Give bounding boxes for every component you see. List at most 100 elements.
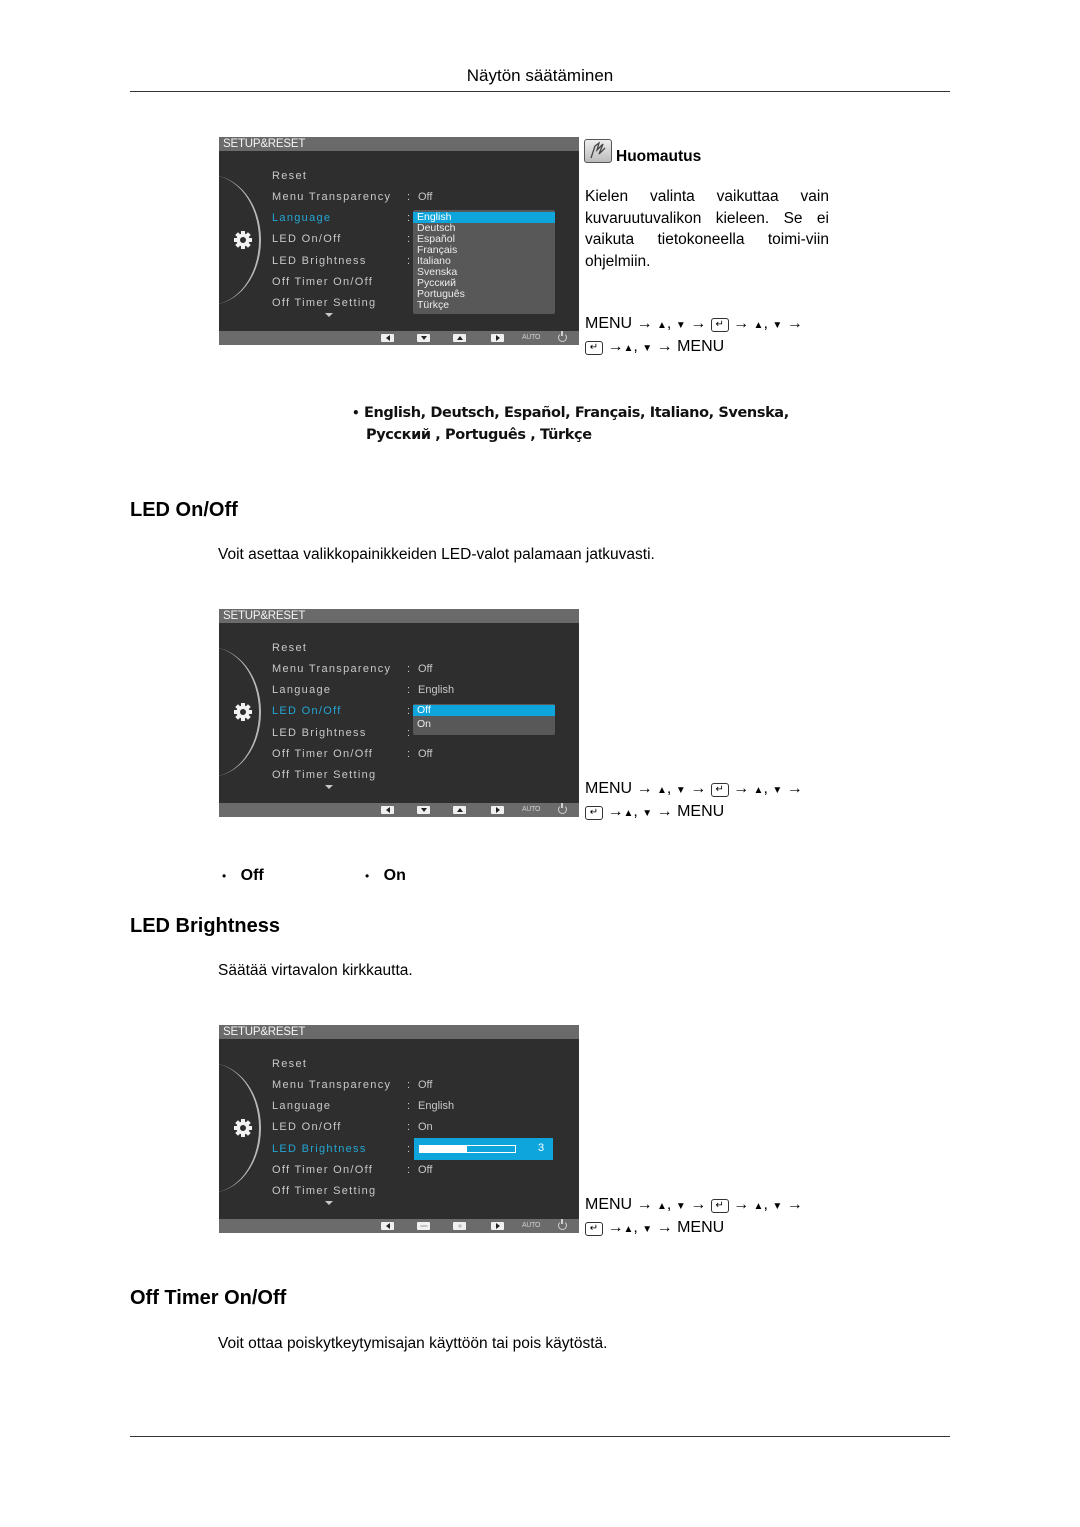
led-onoff-dropdown: Off On [413, 704, 555, 735]
osd-colon: : [407, 255, 411, 267]
scroll-down-indicator-icon [325, 1201, 333, 1205]
nav-menu: MENU [677, 803, 725, 820]
slider-fill [420, 1146, 467, 1152]
osd-value-language: English [418, 1100, 455, 1112]
osd-item-menu-transparency: Menu Transparency [272, 663, 392, 675]
osd-item-off-timer-setting: Off Timer Setting [272, 769, 377, 781]
enter-icon: ↵ [710, 1199, 729, 1213]
option-label: On [383, 867, 406, 884]
nav-arrow: → [786, 1196, 803, 1213]
nav-comma: , [633, 1219, 638, 1236]
enter-button-icon [491, 334, 504, 342]
osd-colon: : [407, 748, 411, 760]
slider-track [419, 1145, 516, 1153]
up-arrow-icon: ▲ [623, 343, 634, 354]
osd-item-led-onoff: LED On/Off [272, 1121, 342, 1133]
option-label: Off [240, 867, 264, 884]
auto-button-label: AUTO [522, 806, 541, 813]
nav-menu: MENU [585, 780, 633, 797]
enter-icon: ↵ [585, 806, 603, 820]
gear-icon [234, 703, 252, 721]
osd-titlebar: SETUP&RESET [219, 609, 579, 623]
heading-led-brightness: LED Brightness [130, 915, 281, 937]
nav-comma: , [666, 1196, 672, 1213]
option-on: • On [365, 867, 406, 885]
osd-button-bar: AUTO [219, 1219, 579, 1233]
osd-item-off-timer-setting: Off Timer Setting [272, 1185, 377, 1197]
nav-arrow: → [607, 338, 624, 355]
osd-value-off-timer-onoff: Off [418, 748, 433, 760]
osd-item-led-onoff: LED On/Off [272, 233, 342, 245]
down-arrow-icon: ▼ [642, 808, 653, 819]
left-button-icon [381, 334, 394, 342]
nav-comma: , [633, 338, 638, 355]
osd-titlebar: SETUP&RESET [219, 1025, 579, 1039]
enter-button-icon [491, 806, 504, 814]
nav-path-line1: MENU → ▲, ▼ → ↵ → ▲, ▼ → [585, 778, 803, 802]
nav-menu: MENU [677, 1219, 725, 1236]
osd-colon: : [407, 1100, 411, 1112]
osd-colon: : [407, 233, 411, 245]
enter-icon: ↵ [585, 1222, 603, 1236]
osd-item-led-brightness: LED Brightness [272, 1143, 367, 1155]
osd-item-language: Language [272, 1100, 332, 1112]
up-arrow-icon: ▲ [657, 320, 667, 331]
nav-arrow: → [690, 315, 707, 332]
osd-item-off-timer-onoff: Off Timer On/Off [272, 748, 374, 760]
pen-icon [590, 141, 606, 159]
down-button-icon [417, 334, 430, 342]
up-button-icon [453, 334, 466, 342]
osd-led-onoff-screenshot: SETUP&RESET Reset Menu Transparency : Of… [219, 609, 579, 817]
bullet: • [222, 869, 227, 883]
slider-value: 3 [538, 1142, 545, 1154]
enter-icon: ↵ [585, 341, 603, 355]
nav-comma: , [666, 780, 672, 797]
up-arrow-icon: ▲ [657, 1201, 667, 1212]
osd-colon: : [407, 1121, 411, 1133]
language-option: Türkçe [417, 299, 450, 311]
left-button-icon [381, 806, 394, 814]
osd-colon: : [407, 1079, 411, 1091]
osd-value-menu-transparency: Off [418, 663, 433, 675]
nav-comma: , [763, 780, 768, 797]
osd-colon: : [407, 684, 411, 696]
languages-line2: Русский , Português , Türkçe [366, 427, 592, 443]
nav-path-line2: ↵ →▲, ▼ → MENU [585, 336, 724, 360]
bullet: • [352, 406, 360, 420]
note-title: Huomautus [616, 148, 702, 165]
nav-arrow: → [607, 803, 624, 820]
down-arrow-icon: ▼ [675, 785, 686, 796]
osd-language-screenshot: SETUP&RESET Reset Menu Transparency : Of… [219, 137, 579, 345]
enter-button-icon [491, 1222, 504, 1230]
nav-comma: , [633, 803, 638, 820]
nav-arrow: → [733, 780, 750, 797]
osd-title: SETUP&RESET [223, 610, 306, 622]
osd-colon: : [407, 705, 411, 717]
note-icon [584, 139, 612, 163]
osd-item-reset: Reset [272, 1058, 308, 1070]
nav-comma: , [763, 315, 768, 332]
up-arrow-icon: ▲ [753, 785, 764, 796]
osd-item-led-brightness: LED Brightness [272, 727, 367, 739]
osd-item-menu-transparency: Menu Transparency [272, 191, 392, 203]
led-brightness-slider: 3 [414, 1138, 553, 1160]
osd-titlebar: SETUP&RESET [219, 137, 579, 151]
nav-comma: , [666, 315, 672, 332]
up-arrow-icon: ▲ [753, 1201, 764, 1212]
osd-value-menu-transparency: Off [418, 1079, 433, 1091]
note-text: Kielen valinta vaikuttaa vain kuvaruutuv… [585, 188, 829, 270]
up-arrow-icon: ▲ [623, 808, 634, 819]
osd-item-off-timer-setting: Off Timer Setting [272, 297, 377, 309]
osd-button-bar: AUTO [219, 803, 579, 817]
osd-value-language: English [418, 684, 455, 696]
osd-colon: : [407, 727, 411, 739]
osd-led-brightness-screenshot: SETUP&RESET Reset Menu Transparency : Of… [219, 1025, 579, 1233]
up-button-icon [453, 806, 466, 814]
osd-value-led-onoff: On [418, 1121, 433, 1133]
nav-arrow: → [656, 803, 673, 820]
osd-colon: : [407, 1164, 411, 1176]
osd-button-bar: AUTO [219, 331, 579, 345]
down-arrow-icon: ▼ [642, 343, 653, 354]
up-arrow-icon: ▲ [753, 320, 764, 331]
languages-line1: English, Deutsch, Español, Français, Ita… [363, 405, 789, 421]
